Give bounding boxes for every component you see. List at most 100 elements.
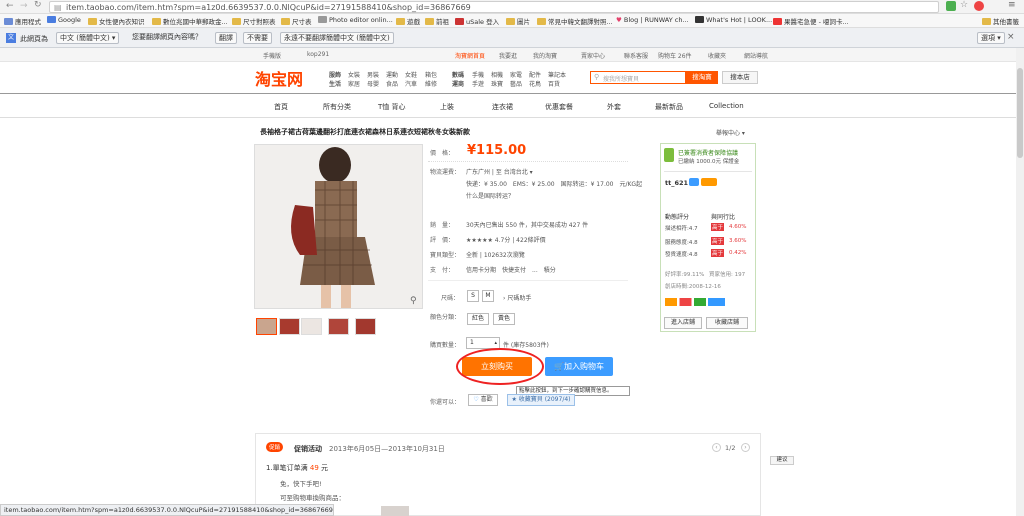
bookmark-item[interactable]: What's Hot | LOOK... [695, 16, 772, 24]
bookmark-item[interactable]: 常見中韓文翻譯對照... [537, 16, 613, 26]
scrollbar[interactable] [1016, 48, 1024, 516]
store-search-button[interactable]: 搜本店 [722, 71, 758, 84]
options-button[interactable]: 選項 ▾ [977, 32, 1005, 44]
cart-link[interactable]: 购物车 26件 [658, 51, 692, 60]
thumbnail[interactable] [256, 318, 277, 335]
nav-item[interactable]: 最新新品 [655, 102, 683, 112]
category-link[interactable]: 藝品 [510, 79, 522, 88]
scrollbar-thumb[interactable] [1017, 68, 1023, 158]
bookmark-item[interactable]: Google [47, 16, 81, 24]
category-link[interactable]: 男裝 [367, 70, 379, 79]
category-link[interactable]: 花鳥 [529, 79, 541, 88]
category-link[interactable]: 數碼 [452, 70, 464, 79]
bookmark-item[interactable]: ♥ Blog | RUNWAY ch... [616, 16, 689, 24]
bookmark-item[interactable]: 圖片 [506, 16, 530, 26]
next-icon[interactable]: › [741, 443, 750, 452]
nav-item[interactable]: T恤 背心 [378, 102, 406, 112]
feedback-button[interactable]: 建议 [770, 456, 794, 465]
language-select[interactable]: 中文 (簡體中文) ▾ [56, 32, 120, 44]
prev-icon[interactable]: ‹ [712, 443, 721, 452]
like-button[interactable]: ♡ 喜歡 [468, 394, 498, 406]
user-link[interactable]: kop291 [307, 51, 329, 58]
top-link[interactable]: 網站導航 [744, 51, 768, 60]
nav-item[interactable]: 外套 [607, 102, 621, 112]
category-link[interactable]: 手遊 [472, 79, 484, 88]
back-icon[interactable]: ← [6, 1, 14, 11]
category-link[interactable]: 家居 [348, 79, 360, 88]
bookmark-item[interactable]: 其他書籤 [982, 16, 1019, 26]
address-bar[interactable]: ▤ item.taobao.com/item.htm?spm=a1z0d.663… [49, 1, 939, 13]
category-link[interactable]: 家電 [510, 70, 522, 79]
no-button[interactable]: 不需要 [243, 32, 272, 44]
shipping-route[interactable]: 广东广州 | 至 台湾台北 ▾ [466, 167, 533, 176]
category-link[interactable]: 食品 [386, 79, 398, 88]
top-link[interactable]: 收藏夾 [708, 51, 726, 60]
bookmark-item[interactable]: 遊戲 [396, 16, 420, 26]
promo-thumb[interactable] [381, 506, 409, 516]
category-link[interactable]: 筆記本 [548, 70, 566, 79]
reload-icon[interactable]: ↻ [34, 0, 42, 10]
category-link[interactable]: 生活 [329, 79, 341, 88]
close-icon[interactable]: × [1007, 32, 1015, 42]
product-image[interactable]: ⚲ [254, 144, 423, 309]
top-link[interactable]: 我的淘寶 [533, 51, 557, 60]
category-link[interactable]: 百貨 [548, 79, 560, 88]
category-link[interactable]: 女鞋 [405, 70, 417, 79]
menu-icon[interactable]: ≡ [1008, 0, 1016, 10]
never-translate-button[interactable]: 永遠不要翻譯簡體中文 (簡體中文) [280, 32, 394, 44]
bookmark-item[interactable]: 尺寸對照表 [232, 16, 276, 26]
bookmark-item[interactable]: 尺寸表 [281, 16, 312, 26]
category-link[interactable]: 服飾 [329, 70, 341, 79]
bookmark-item[interactable]: 前祖 [425, 16, 449, 26]
nav-item[interactable]: 上裝 [440, 102, 454, 112]
size-helper-link[interactable]: › 尺碼助手 [503, 293, 531, 302]
category-link[interactable]: 配件 [529, 70, 541, 79]
top-link[interactable]: 淘寶網首頁 [455, 51, 485, 60]
nav-item[interactable]: 首頁 [274, 102, 288, 112]
search-input[interactable]: ⚲ 搜我所想寶貝 [590, 71, 686, 84]
nav-item[interactable]: Collection [709, 102, 744, 110]
category-link[interactable]: 運動 [386, 70, 398, 79]
thumbnail[interactable] [279, 318, 300, 335]
size-option[interactable]: S [467, 290, 479, 302]
report-link[interactable]: 舉報中心 ▾ [716, 128, 745, 137]
seller-name[interactable]: tt_621 [665, 179, 688, 187]
color-option[interactable]: 黃色 [493, 313, 515, 325]
bookmark-item[interactable]: 數位兆國中華郵政金... [152, 16, 228, 26]
category-link[interactable]: 箱包 [425, 70, 437, 79]
taobao-logo[interactable]: 淘宝网 [255, 66, 303, 90]
nav-item[interactable]: 所有分类 [323, 102, 351, 112]
enter-store-button[interactable]: 進入店鋪 [664, 317, 702, 329]
thumbnail[interactable] [301, 318, 322, 335]
shipping-question[interactable]: 什么是国际转运？ [466, 191, 514, 200]
forward-icon[interactable]: → [20, 1, 28, 11]
bookmark-item[interactable]: uSale 登入 [455, 16, 499, 26]
size-option[interactable]: M [482, 290, 494, 302]
bookmark-item[interactable]: Photo editor onlin... [318, 16, 393, 24]
guarantee-text[interactable]: 已簽署消費者保障協議 [678, 148, 738, 157]
category-link[interactable]: 女裝 [348, 70, 360, 79]
star-icon[interactable]: ☆ [960, 0, 968, 10]
extension-icon[interactable] [974, 1, 984, 11]
collect-store-button[interactable]: 收藏店鋪 [706, 317, 748, 329]
top-link[interactable]: 賣家中心 [581, 51, 605, 60]
nav-item[interactable]: 连衣裙 [492, 102, 513, 112]
category-link[interactable]: 手機 [472, 70, 484, 79]
category-link[interactable]: 珠寶 [491, 79, 503, 88]
category-link[interactable]: 運商 [452, 79, 464, 88]
color-option[interactable]: 紅色 [467, 313, 489, 325]
rating-value[interactable]: ★★★★★ 4.7分 | 422條評價 [466, 235, 546, 244]
top-link[interactable]: 聯系客服 [624, 51, 648, 60]
category-link[interactable]: 相機 [491, 70, 503, 79]
nav-item[interactable]: 优惠套餐 [545, 102, 573, 112]
chat-icon[interactable] [689, 178, 699, 186]
category-link[interactable]: 母嬰 [367, 79, 379, 88]
mobile-link[interactable]: 手機版 [263, 51, 281, 60]
zoom-icon[interactable]: ⚲ [410, 296, 417, 306]
thumbnail[interactable] [328, 318, 349, 335]
collect-item-button[interactable]: ★ 收藏寶貝 (2097/4) [507, 394, 575, 406]
add-to-cart-button[interactable]: 🛒加入购物车 [545, 357, 613, 376]
extension-icon[interactable] [946, 1, 956, 11]
bookmark-item[interactable]: 應用程式 [4, 16, 41, 26]
search-button[interactable]: 搜淘寶 [686, 71, 718, 84]
